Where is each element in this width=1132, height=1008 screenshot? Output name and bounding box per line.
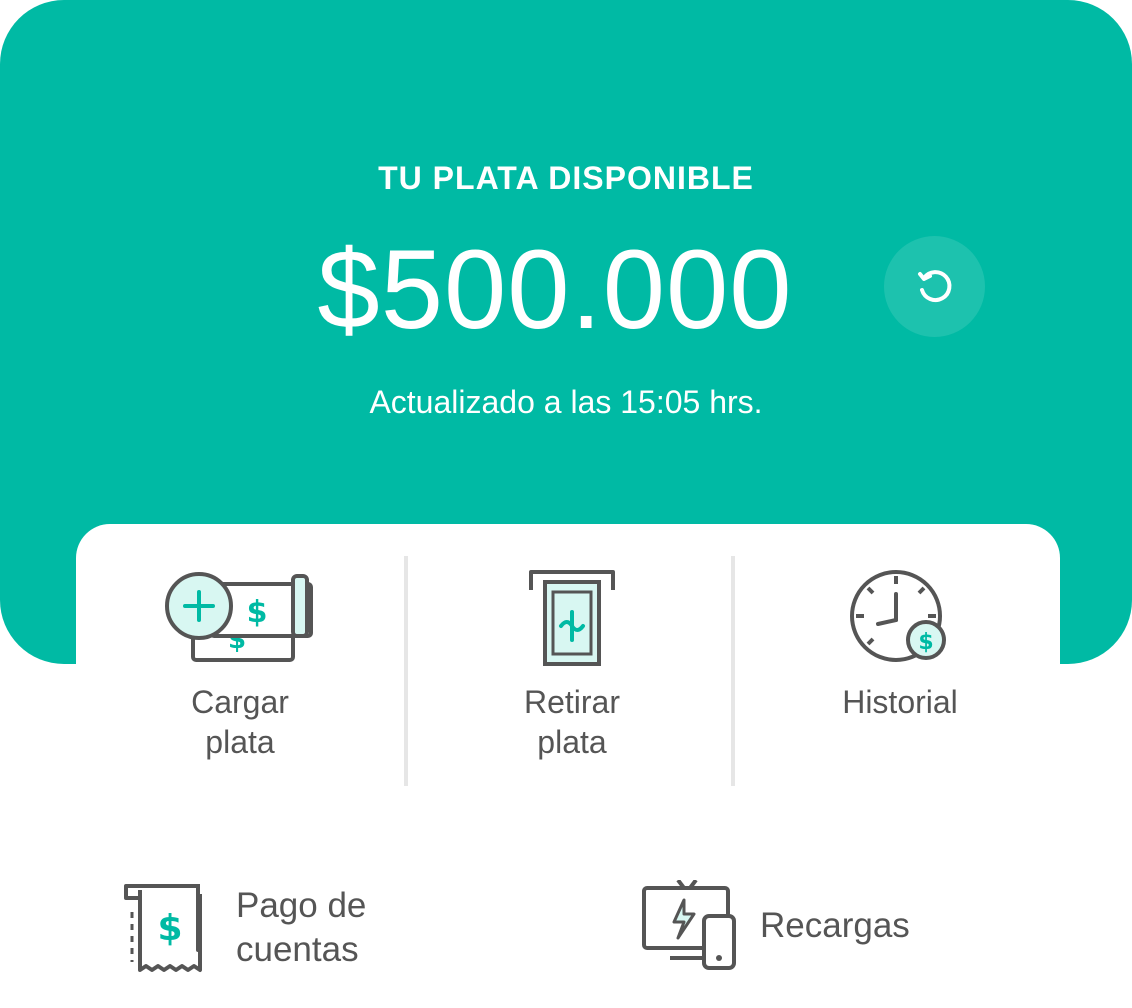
bill-payment-label: Pago de cuentas xyxy=(236,886,367,969)
clock-history-icon: $ xyxy=(850,570,946,662)
recharge-button[interactable]: Recargas xyxy=(640,880,910,972)
withdraw-money-label: Retirar plata xyxy=(523,684,620,760)
withdraw-money-button[interactable]: Retirar plata xyxy=(412,564,732,762)
svg-text:$: $ xyxy=(247,595,268,630)
history-label: Historial xyxy=(842,684,958,720)
load-money-button[interactable]: $ $ Cargar plata xyxy=(80,564,400,762)
bill-payment-button[interactable]: $ Pago de cuentas xyxy=(120,880,366,976)
divider xyxy=(404,556,408,786)
history-button[interactable]: $ Historial xyxy=(740,564,1060,722)
refresh-button[interactable] xyxy=(884,236,985,337)
load-money-label: Cargar plata xyxy=(191,684,289,760)
divider xyxy=(731,556,735,786)
svg-text:$: $ xyxy=(918,630,933,655)
svg-text:$: $ xyxy=(157,908,182,949)
add-money-icon: $ $ xyxy=(165,572,313,662)
recharge-label: Recargas xyxy=(760,906,910,945)
quick-actions-card: $ $ Cargar plata Retirar plata $ Histori… xyxy=(76,524,1060,824)
refresh-icon xyxy=(917,269,951,302)
bill-receipt-icon: $ xyxy=(124,884,202,972)
updated-timestamp: Actualizado a las 15:05 hrs. xyxy=(369,384,763,420)
balance-title: TU PLATA DISPONIBLE xyxy=(378,160,754,196)
devices-recharge-icon xyxy=(642,880,736,970)
atm-withdraw-icon xyxy=(529,570,615,666)
